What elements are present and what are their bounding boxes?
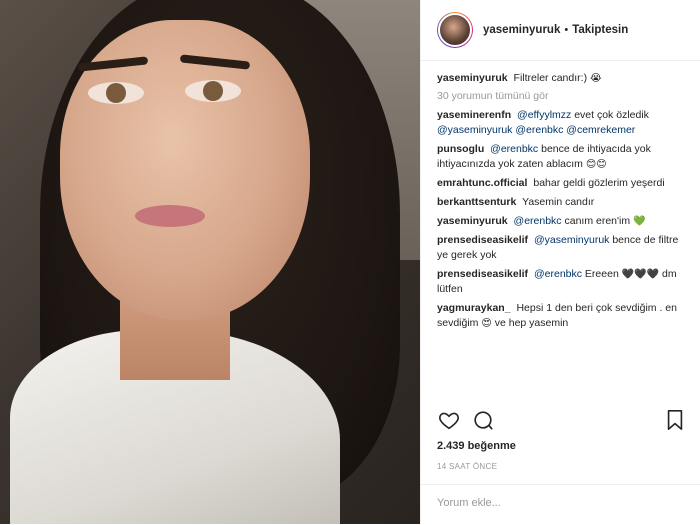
photo-left-eye bbox=[88, 82, 144, 104]
post-photo[interactable] bbox=[0, 0, 420, 524]
caption: yaseminyuruk Filtreler candır:) 😭 bbox=[437, 71, 685, 86]
caption-username[interactable]: yaseminyuruk bbox=[437, 72, 508, 84]
heart-icon[interactable] bbox=[437, 408, 461, 432]
comment-text: evet çok özledik bbox=[574, 109, 649, 121]
view-all-comments-link[interactable]: 30 yorumun tümünü gör bbox=[437, 90, 685, 102]
comment-username[interactable]: berkanttsenturk bbox=[437, 196, 516, 208]
caption-text: Filtreler candır:) bbox=[513, 72, 588, 84]
follow-status[interactable]: Takiptesin bbox=[572, 24, 628, 36]
comment-emoji: 😊😊 bbox=[585, 159, 607, 170]
comments-list: yaseminyuruk Filtreler candır:) 😭 30 yor… bbox=[421, 61, 700, 379]
comment-item: prensediseasikelif @yaseminyuruk bence d… bbox=[437, 233, 685, 263]
comment-username[interactable]: yaseminyuruk bbox=[437, 215, 508, 227]
comment-username[interactable]: punsoglu bbox=[437, 143, 484, 155]
comment-icon[interactable] bbox=[471, 408, 495, 432]
separator-dot: • bbox=[564, 24, 569, 36]
author-avatar[interactable] bbox=[437, 12, 473, 48]
comment-item: emrahtunc.official bahar geldi gözlerim … bbox=[437, 176, 685, 191]
comment-username[interactable]: prensediseasikelif bbox=[437, 234, 528, 246]
comment-text: Yasemin candır bbox=[522, 196, 595, 208]
caption-emoji: 😭 bbox=[589, 73, 602, 84]
comment-mention[interactable]: @erenbkc bbox=[490, 143, 538, 155]
comment-mention[interactable]: @erenbkc bbox=[534, 268, 582, 280]
comment-username[interactable]: yagmuraykan_ bbox=[437, 302, 511, 314]
post-actions bbox=[437, 408, 687, 432]
comment-username[interactable]: yaseminerenfn bbox=[437, 109, 511, 121]
comment-username[interactable]: emrahtunc.official bbox=[437, 177, 527, 189]
post-header: yaseminyuruk • Takiptesin bbox=[421, 0, 700, 61]
comment-item: prensediseasikelif @erenbkc Ereeen 🖤🖤🖤 d… bbox=[437, 267, 685, 297]
comment-text: canım eren'im bbox=[564, 215, 631, 227]
post-timestamp: 14 SAAT ÖNCE bbox=[437, 462, 498, 471]
comment-item: yaseminyuruk @erenbkc canım eren'im 💚 bbox=[437, 214, 685, 229]
comment-item: berkanttsenturk Yasemin candır bbox=[437, 195, 685, 210]
comment-mention[interactable]: @erenbkc bbox=[515, 124, 563, 136]
comment-item: punsoglu @erenbkc bence de ihtiyacıda yo… bbox=[437, 142, 685, 172]
comment-text: Ereeen bbox=[584, 268, 619, 280]
photo-lips bbox=[135, 205, 205, 227]
comment-mention[interactable]: @yaseminyuruk bbox=[437, 124, 512, 136]
comment-item: yaseminerenfn @effyylmzz evet çok özledi… bbox=[437, 108, 685, 138]
comment-mention[interactable]: @cemrekemer bbox=[566, 124, 635, 136]
post-side-panel: yaseminyuruk • Takiptesin yaseminyuruk F… bbox=[420, 0, 700, 524]
photo-right-eye bbox=[185, 80, 241, 102]
comment-item: yagmuraykan_ Hepsi 1 den beri çok sevdiğ… bbox=[437, 301, 685, 331]
comment-input[interactable] bbox=[421, 485, 693, 521]
comment-emoji: 💚 bbox=[633, 216, 646, 227]
comment-mention[interactable]: @effyylmzz bbox=[517, 109, 571, 121]
comment-username[interactable]: prensediseasikelif bbox=[437, 268, 528, 280]
comment-text-continued: ve hep yasemin bbox=[494, 317, 569, 329]
comment-text: bahar geldi gözlerim yeşerdi bbox=[533, 177, 665, 189]
comment-emoji: 🖤🖤🖤 bbox=[621, 269, 660, 280]
comment-emoji: 😍 bbox=[481, 318, 492, 329]
add-comment-area bbox=[421, 484, 700, 525]
author-username[interactable]: yaseminyuruk bbox=[483, 24, 560, 36]
like-count[interactable]: 2.439 beğenme bbox=[437, 440, 516, 452]
comment-mention[interactable]: @erenbkc bbox=[514, 215, 562, 227]
comment-mention[interactable]: @yaseminyuruk bbox=[534, 234, 609, 246]
bookmark-icon[interactable] bbox=[663, 408, 687, 432]
